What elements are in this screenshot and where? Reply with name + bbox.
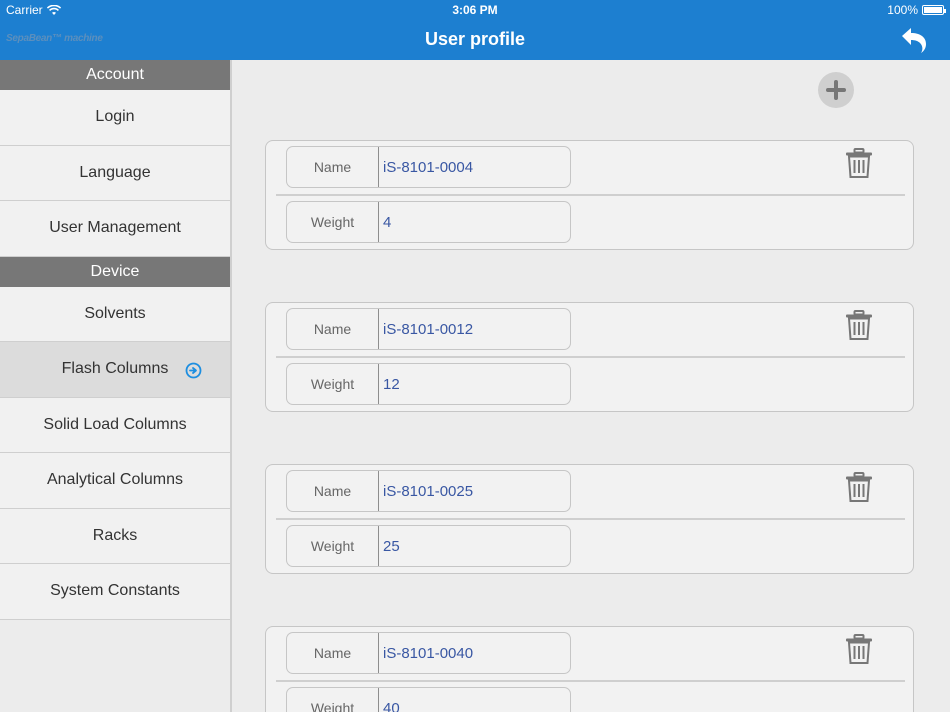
nav-bar: SepaBean™ machine User profile [0, 20, 950, 60]
section-header-account: Account [0, 60, 230, 90]
name-value[interactable]: iS-8101-0012 [379, 309, 570, 349]
card-divider [276, 680, 905, 682]
weight-label: Weight [287, 364, 379, 404]
arrow-circle-right-icon [185, 362, 202, 379]
battery-percent: 100% [887, 3, 918, 17]
name-value[interactable]: iS-8101-0025 [379, 471, 570, 511]
card-divider [276, 356, 905, 358]
weight-field[interactable]: Weight 40 [286, 687, 571, 712]
weight-value[interactable]: 12 [379, 364, 570, 404]
weight-value[interactable]: 4 [379, 202, 570, 242]
sidebar: Account Login Language User Management D… [0, 60, 232, 712]
back-arrow-icon[interactable] [898, 25, 930, 55]
sidebar-item-language[interactable]: Language [0, 145, 230, 201]
page-title: User profile [424, 29, 526, 49]
sidebar-item-label: Analytical Columns [46, 471, 184, 489]
name-value[interactable]: iS-8101-0004 [379, 147, 570, 187]
trash-icon[interactable] [843, 309, 875, 341]
name-label: Name [287, 633, 379, 673]
sidebar-item-label: Solid Load Columns [43, 415, 187, 433]
name-field[interactable]: Name iS-8101-0004 [286, 146, 571, 188]
sidebar-item-analytical-columns[interactable]: Analytical Columns [0, 453, 230, 509]
status-bar: Carrier 3:06 PM 100% [0, 0, 950, 20]
card-divider [276, 518, 905, 520]
name-field[interactable]: Name iS-8101-0040 [286, 632, 571, 674]
sidebar-item-label: Language [79, 163, 151, 181]
card-divider [276, 194, 905, 196]
trash-icon[interactable] [843, 633, 875, 665]
column-card: Name iS-8101-0004 Weight 4 [265, 140, 914, 250]
section-header-device: Device [0, 256, 230, 287]
weight-field[interactable]: Weight 25 [286, 525, 571, 567]
name-value[interactable]: iS-8101-0040 [379, 633, 570, 673]
weight-field[interactable]: Weight 4 [286, 201, 571, 243]
add-column-button[interactable] [818, 72, 854, 108]
sidebar-item-flash-columns[interactable]: Flash Columns [0, 342, 230, 398]
weight-field[interactable]: Weight 12 [286, 363, 571, 405]
sidebar-item-login[interactable]: Login [0, 90, 230, 146]
trash-icon[interactable] [843, 471, 875, 503]
sidebar-item-label: System Constants [50, 582, 180, 600]
sidebar-item-system-constants[interactable]: System Constants [0, 564, 230, 620]
sidebar-item-label: Solvents [84, 304, 146, 322]
weight-label: Weight [287, 526, 379, 566]
status-time: 3:06 PM [452, 3, 498, 17]
battery-icon [922, 5, 946, 15]
weight-label: Weight [287, 202, 379, 242]
main-content: Name iS-8101-0004 Weight 4 Name iS-8101-… [232, 60, 950, 712]
sidebar-item-label: User Management [49, 219, 181, 237]
sidebar-item-solvents[interactable]: Solvents [0, 286, 230, 342]
column-card: Name iS-8101-0025 Weight 25 [265, 464, 914, 574]
battery: 100% [887, 3, 946, 17]
name-field[interactable]: Name iS-8101-0025 [286, 470, 571, 512]
weight-value[interactable]: 40 [379, 688, 570, 712]
sidebar-item-user-management[interactable]: User Management [0, 201, 230, 257]
name-label: Name [287, 471, 379, 511]
name-label: Name [287, 147, 379, 187]
trash-icon[interactable] [843, 147, 875, 179]
sidebar-item-label: Racks [92, 526, 138, 544]
weight-value[interactable]: 25 [379, 526, 570, 566]
name-label: Name [287, 309, 379, 349]
sidebar-item-racks[interactable]: Racks [0, 508, 230, 564]
column-card: Name iS-8101-0012 Weight 12 [265, 302, 914, 412]
sidebar-item-label: Login [95, 108, 135, 126]
column-card: Name iS-8101-0040 Weight 40 [265, 626, 914, 712]
weight-label: Weight [287, 688, 379, 712]
name-field[interactable]: Name iS-8101-0012 [286, 308, 571, 350]
sidebar-item-label: Flash Columns [61, 360, 169, 378]
sidebar-item-solid-load-columns[interactable]: Solid Load Columns [0, 397, 230, 453]
